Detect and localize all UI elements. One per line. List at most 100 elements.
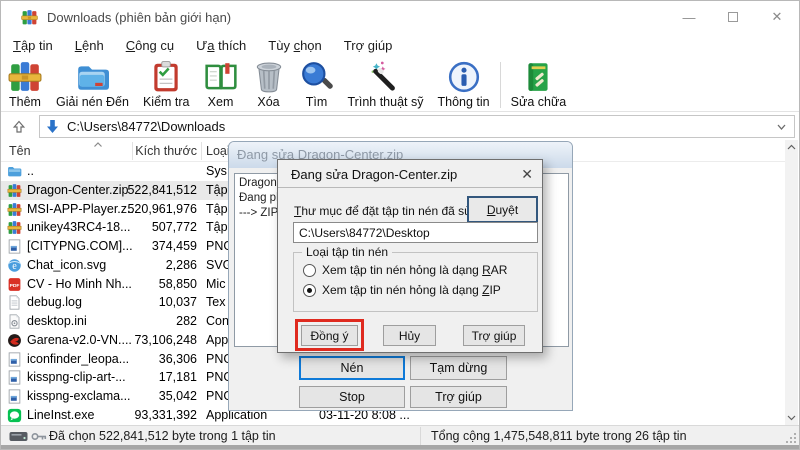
target-folder-label: Thư mục để đặt tập tin nén đã sửa	[294, 204, 479, 218]
png-image-icon	[7, 352, 22, 367]
toolbar-button-label: Giải nén Đến	[56, 95, 129, 109]
file-name: debug.log	[27, 295, 82, 309]
pdf-icon: PDF	[7, 277, 22, 292]
file-type: Tập	[206, 183, 228, 197]
resize-grip[interactable]	[786, 432, 797, 443]
stop-button[interactable]: Stop	[299, 386, 405, 408]
minimize-button[interactable]: —	[667, 1, 711, 33]
file-size: 17,181	[101, 370, 197, 384]
winrar-window: Downloads (phiên bản giới hạn) — ✕ Tập t…	[0, 0, 800, 450]
add-archive-icon	[8, 60, 42, 94]
menu-item-3[interactable]: Ưa thích	[185, 34, 257, 57]
toolbar-button-3[interactable]: Xem	[197, 60, 245, 109]
maximize-icon	[728, 12, 738, 22]
toolbar-button-7[interactable]: Thông tin	[430, 60, 496, 109]
window-bottom-edge	[1, 445, 799, 450]
toolbar-button-8[interactable]: Sửa chữa	[504, 60, 574, 109]
view-file-icon	[204, 60, 238, 94]
file-size: 10,037	[101, 295, 197, 309]
menu-item-2[interactable]: Công cụ	[115, 34, 185, 57]
radio-treat-as-zip[interactable]: Xem tập tin nén hỏng là dạng ZIP	[303, 283, 501, 297]
file-type: Tập	[206, 202, 228, 216]
wizard-wand-icon	[369, 60, 403, 94]
close-button[interactable]: ✕	[755, 1, 799, 33]
address-combobox[interactable]: C:\Users\84772\Downloads	[39, 115, 795, 138]
pause-button[interactable]: Tạm dừng	[410, 356, 507, 380]
menu-item-5[interactable]: Trợ giúp	[333, 34, 404, 57]
up-folder-button[interactable]	[6, 116, 32, 138]
toolbar-button-0[interactable]: Thêm	[1, 60, 49, 109]
dialog-help-button[interactable]: Trợ giúp	[463, 325, 525, 346]
test-archive-icon	[149, 60, 183, 94]
maximize-button[interactable]	[711, 1, 755, 33]
toolbar-button-5[interactable]: Tìm	[293, 60, 341, 109]
svg-text:PDF: PDF	[10, 283, 20, 289]
vertical-scrollbar[interactable]	[785, 140, 798, 425]
file-size: 73,106,248	[101, 333, 197, 347]
drive-icon[interactable]	[9, 431, 28, 442]
scroll-down-icon	[787, 414, 796, 421]
file-name: ..	[27, 164, 34, 178]
folder-down-icon	[46, 119, 59, 134]
menu-item-4[interactable]: Tùy chọn	[257, 34, 333, 57]
toolbar-button-label: Tìm	[306, 95, 328, 109]
column-header-size[interactable]: Kích thước	[119, 144, 197, 158]
toolbar: Thêm Giải nén Đến Kiểm tra Xem Xóa Tìm Trình t…	[1, 57, 799, 112]
file-size: 93,331,392	[101, 408, 197, 422]
toolbar-separator	[500, 62, 501, 108]
winrar-app-icon	[21, 9, 38, 26]
file-size: 374,459	[101, 239, 197, 253]
address-bar: C:\Users\84772\Downloads	[1, 113, 799, 140]
chevron-down-icon[interactable]	[775, 120, 788, 133]
toolbar-button-label: Kiểm tra	[143, 95, 190, 109]
ini-file-icon	[7, 314, 22, 329]
toolbar-button-1[interactable]: Giải nén Đến	[49, 60, 136, 109]
annotation-highlight-box	[295, 319, 364, 351]
status-selected-text: Đã chọn 522,841,512 byte trong 1 tập tin	[49, 429, 276, 443]
archive-type-label: Loại tập tin nén	[302, 245, 392, 259]
garena-icon	[7, 333, 22, 348]
rar-archive-icon	[7, 220, 22, 235]
radio-treat-as-rar[interactable]: Xem tập tin nén hỏng là dạng RAR	[303, 263, 507, 277]
progress-help-button[interactable]: Trợ giúp	[410, 386, 507, 408]
file-type: Sys	[206, 164, 227, 178]
browse-button[interactable]: Duyệt	[467, 196, 538, 223]
toolbar-button-label: Xóa	[257, 95, 279, 109]
file-type: Tex	[206, 295, 225, 309]
toolbar-button-label: Thêm	[9, 95, 41, 109]
file-size: 282	[101, 314, 197, 328]
repair-icon	[521, 60, 555, 94]
toolbar-button-2[interactable]: Kiểm tra	[136, 60, 197, 109]
title-bar: Downloads (phiên bản giới hạn) — ✕	[1, 1, 799, 33]
toolbar-button-label: Sửa chữa	[511, 95, 567, 109]
file-size: 520,961,976	[101, 202, 197, 216]
menu-item-1[interactable]: Lệnh	[64, 34, 115, 57]
status-total-text: Tổng cộng 1,475,548,811 byte trong 26 tậ…	[431, 429, 687, 443]
folder-up-icon	[7, 164, 22, 179]
info-icon	[447, 60, 481, 94]
target-folder-input[interactable]: C:\Users\84772\Desktop	[293, 222, 538, 243]
cancel-button[interactable]: Hủy	[383, 325, 436, 346]
background-mode-button[interactable]: Nén	[299, 356, 405, 380]
scroll-down-button[interactable]	[785, 410, 798, 425]
column-header-type[interactable]: Loại	[206, 144, 230, 158]
address-path: C:\Users\84772\Downloads	[67, 119, 225, 134]
png-image-icon	[7, 389, 22, 404]
file-name: desktop.ini	[27, 314, 87, 328]
toolbar-button-6[interactable]: Trình thuật sỹ	[341, 60, 431, 109]
file-name: LineInst.exe	[27, 408, 94, 422]
png-image-icon	[7, 239, 22, 254]
column-header-name[interactable]: Tên	[9, 144, 31, 158]
scroll-up-button[interactable]	[785, 140, 798, 155]
file-type: Tập	[206, 220, 228, 234]
sort-ascending-icon	[93, 141, 103, 149]
repair-options-dialog: Đang sửa Dragon-Center.zip ✕ Thư mục để …	[277, 159, 543, 353]
extract-to-icon	[75, 60, 109, 94]
dialog-close-button[interactable]: ✕	[521, 166, 533, 183]
toolbar-button-4[interactable]: Xóa	[245, 60, 293, 109]
file-size: 35,042	[101, 389, 197, 403]
log-file-icon	[7, 295, 22, 310]
menu-item-0[interactable]: Tập tin	[2, 34, 64, 57]
key-icon[interactable]	[31, 431, 47, 442]
toolbar-button-label: Trình thuật sỹ	[348, 95, 424, 109]
